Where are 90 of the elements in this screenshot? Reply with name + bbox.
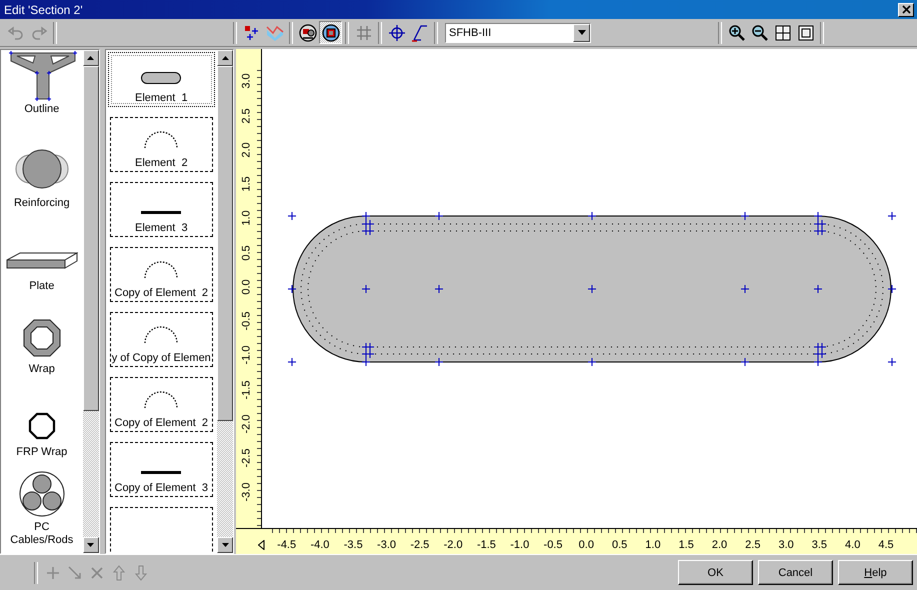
ruler-label: 2.5 (240, 108, 252, 124)
ruler-label: -2.5 (240, 448, 252, 468)
ruler-label: 0.5 (610, 539, 628, 552)
ruler-label: 2.0 (710, 539, 728, 552)
help-button[interactable]: Help (838, 560, 913, 586)
redo-icon (30, 26, 46, 40)
line-icon (141, 211, 182, 214)
arc-icon (143, 324, 180, 344)
caret-icon (578, 30, 586, 36)
element-item[interactable]: y of Copy of Elemen (110, 312, 213, 368)
triangle-icon (258, 540, 265, 550)
window-title: Edit 'Section 2' (4, 2, 84, 17)
shape-dropdown[interactable]: SFHB-III (445, 22, 591, 43)
arc-icon (143, 259, 180, 280)
element-item[interactable]: Element 1 (108, 52, 215, 108)
ruler-label: 1.5 (240, 176, 252, 192)
angle-icon (410, 24, 428, 42)
crosshair-icon (388, 24, 406, 42)
undo-icon (8, 26, 24, 40)
pill-icon (141, 72, 182, 84)
ruler-label: -1.0 (240, 346, 252, 365)
ruler-label: 4.5 (877, 539, 895, 552)
ruler-label: -0.5 (240, 312, 252, 331)
arc-icon (143, 129, 180, 150)
diagonal-arrow-icon (67, 564, 83, 581)
palette-item-label[interactable]: Reinforcing (6, 197, 77, 210)
ruler-label: 1.0 (240, 210, 252, 226)
palette-item-label[interactable]: Plate (6, 280, 77, 294)
quartered-square-icon (774, 24, 790, 41)
element-item[interactable]: Copy of Element 2 (110, 247, 213, 302)
ruler-label: 2.5 (744, 539, 762, 552)
down-arrow-icon (87, 543, 94, 548)
down-arrow-icon (135, 564, 147, 581)
palette-item-label[interactable]: Outline (6, 103, 77, 116)
delete-icon (90, 566, 104, 580)
palette-item-label[interactable]: FRP Wrap (6, 446, 77, 460)
plus-icon (46, 566, 60, 580)
ruler-label: -3.5 (342, 539, 364, 552)
ruler-label: -2.5 (409, 539, 430, 552)
grid-icon (356, 24, 372, 41)
octagon-icon (28, 412, 56, 440)
ok-button[interactable]: OK (678, 560, 753, 586)
element-item[interactable]: Copy of Element 3 (110, 442, 213, 498)
up-arrow-icon (87, 56, 94, 60)
down-arrow-icon (222, 543, 228, 548)
ruler-label: 3.5 (810, 539, 828, 552)
scrollbar[interactable] (82, 50, 99, 554)
ruler-label: 0.0 (240, 279, 252, 295)
ruler-label: -1.0 (509, 539, 530, 552)
ruler-label: 2.0 (240, 142, 252, 158)
ruler-label: -1.5 (240, 380, 252, 400)
element-item[interactable]: Element 3 (110, 182, 213, 238)
square-plus-icon (242, 24, 260, 42)
arc-icon (143, 389, 180, 410)
close-icon (902, 5, 910, 14)
ruler-label: -0.5 (542, 539, 564, 552)
ruler-label: -3.0 (376, 539, 398, 552)
ruler-label: 4.0 (844, 539, 862, 552)
view-b-button[interactable] (319, 21, 342, 44)
palette-item-label[interactable]: PC Cables/Rods (6, 521, 77, 548)
ruler-label: -3.0 (240, 482, 252, 502)
zoom-in-icon (728, 24, 746, 42)
zoom-out-icon (750, 24, 768, 42)
ruler-label: -4.0 (309, 539, 330, 552)
ruler-label: 1.5 (678, 539, 695, 552)
scrollbar[interactable] (217, 50, 233, 554)
ruler-label: -4.5 (276, 539, 298, 552)
close-button[interactable] (898, 2, 914, 17)
ruler-label: -2.0 (240, 414, 252, 434)
circle-view-icon (298, 24, 316, 42)
ruler-label: 0.0 (578, 539, 595, 552)
ruler-label: 0.5 (240, 245, 252, 260)
circles-icon (14, 147, 70, 192)
up-arrow-icon (222, 56, 228, 60)
cancel-button[interactable]: Cancel (758, 560, 833, 586)
element-item[interactable] (110, 507, 213, 554)
palette-item-label[interactable]: Wrap (6, 363, 77, 376)
ruler-label: -2.0 (442, 539, 464, 552)
element-item[interactable]: Element 2 (110, 117, 213, 172)
line-icon (141, 471, 182, 474)
element-item[interactable]: Copy of Element 2 (110, 377, 213, 432)
ruler-label: 3.0 (777, 539, 795, 552)
ruler-label: -1.5 (476, 539, 497, 552)
ruler-label: 1.0 (644, 539, 662, 552)
up-arrow-icon (113, 564, 125, 581)
cables-icon (18, 471, 65, 518)
square-frame-icon (798, 24, 814, 41)
ruler-label: 3.0 (240, 74, 252, 90)
octagon-icon (22, 319, 61, 358)
zigzag-icon (266, 24, 284, 42)
